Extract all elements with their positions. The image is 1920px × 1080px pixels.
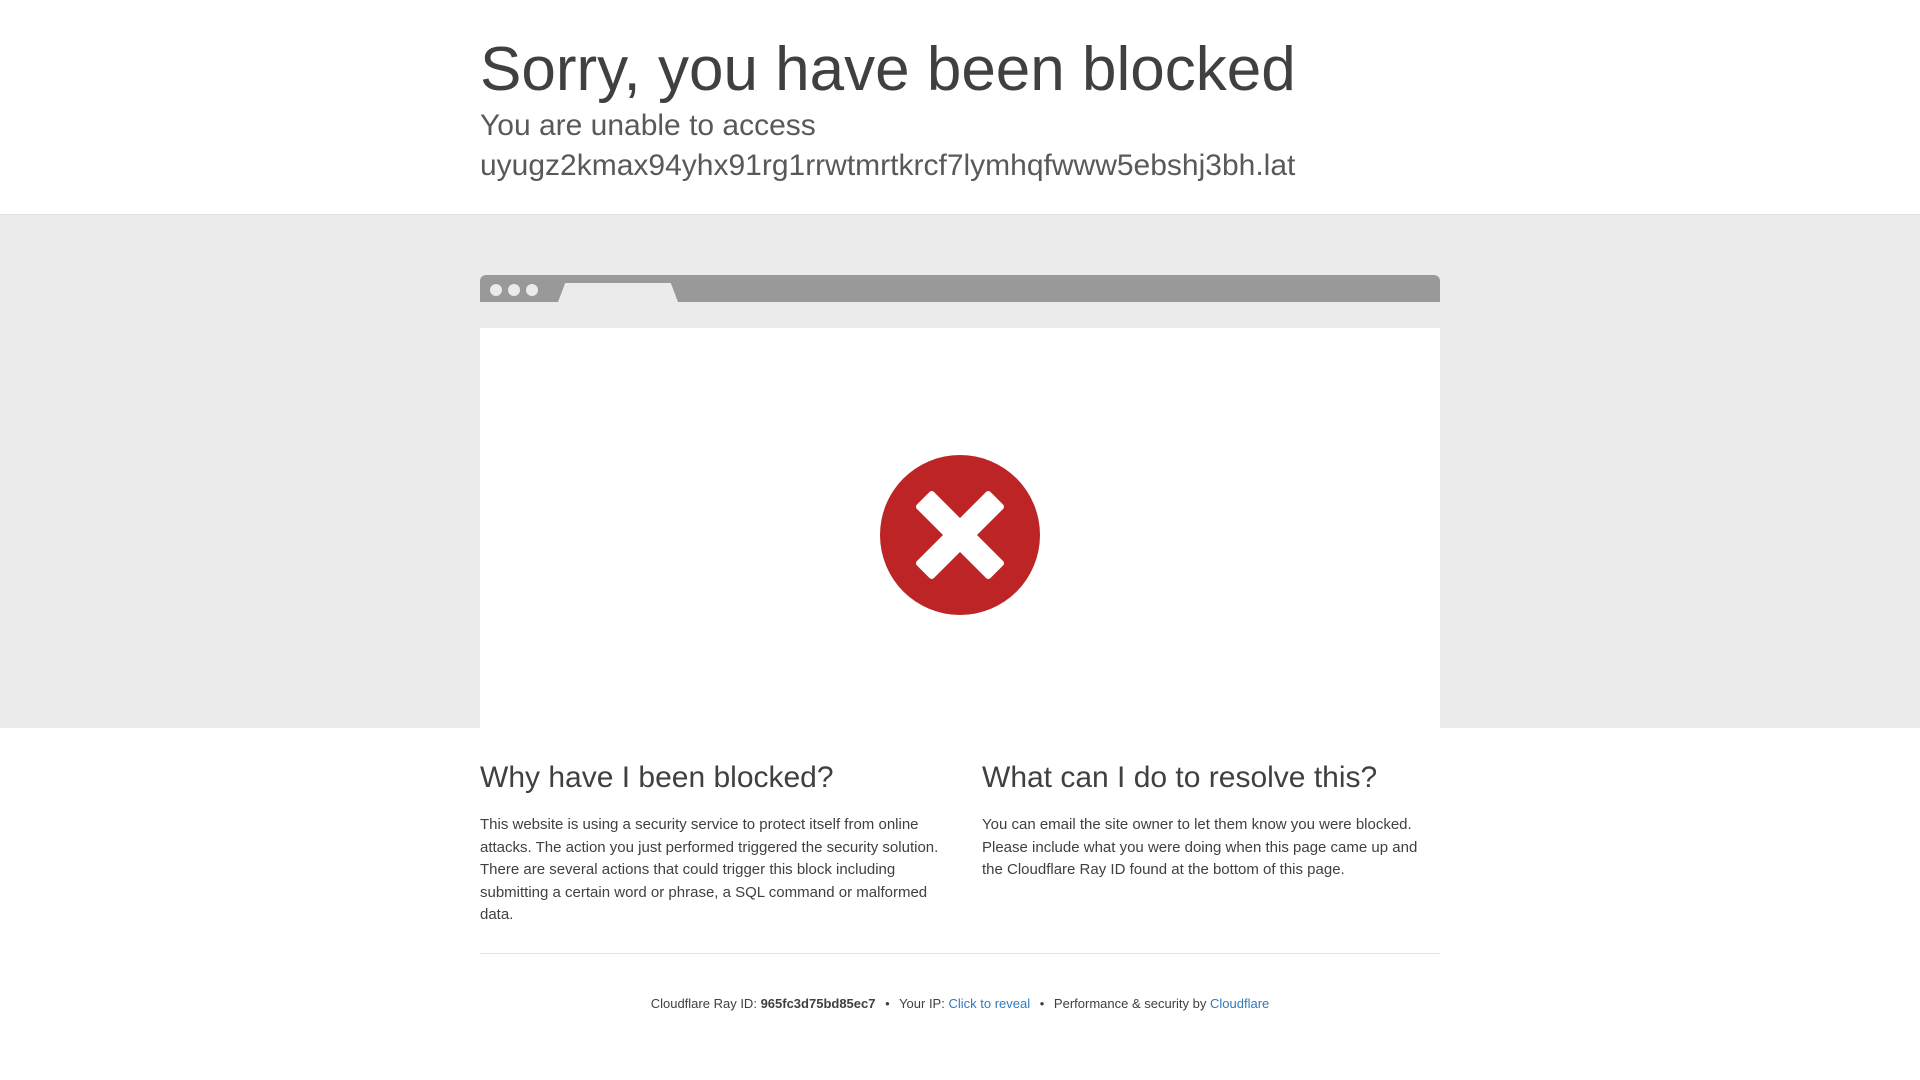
footer-separator: • (1039, 996, 1045, 1011)
performance-label: Performance & security by (1053, 996, 1207, 1011)
why-blocked-section: Why have I been blocked? This website is… (480, 754, 940, 927)
browser-tab-icon (558, 283, 678, 302)
page-title: Sorry, you have been blocked (480, 35, 1296, 104)
window-dot-icon (526, 284, 538, 296)
ip-label: Your IP: (899, 996, 945, 1011)
why-blocked-heading: Why have I been blocked? (480, 761, 834, 794)
reveal-ip-button[interactable]: Click to reveal (948, 996, 1030, 1011)
browser-illustration-window (480, 328, 1440, 728)
ray-id-label: Cloudflare Ray ID: (650, 996, 757, 1011)
window-dot-icon (508, 284, 520, 296)
footer-separator: • (885, 996, 890, 1011)
blocked-domain: uyugz2kmax94yhx91rg1rrwtmrtkrcf7lymhqfww… (480, 149, 1296, 182)
footer-divider (480, 953, 1440, 954)
subtitle-line-1: You are unable to access (480, 109, 816, 142)
resolve-section: What can I do to resolve this? You can e… (982, 754, 1442, 882)
browser-illustration-gap (480, 302, 1440, 328)
blocked-x-icon (880, 455, 1040, 615)
browser-illustration-bar (480, 275, 1440, 302)
page-subtitle: You are unable to access uyugz2kmax94yhx… (480, 106, 1295, 186)
cloudflare-link[interactable]: Cloudflare (1210, 996, 1269, 1011)
why-blocked-text: This website is using a security service… (480, 816, 939, 923)
resolve-heading: What can I do to resolve this? (982, 761, 1378, 794)
ray-id-value: 965fc3d75bd85ec7 (760, 996, 876, 1011)
window-dot-icon (490, 284, 502, 296)
resolve-text: You can email the site owner to let them… (982, 816, 1418, 878)
footer: Cloudflare Ray ID: 965fc3d75bd85ec7 • Yo… (480, 994, 1440, 1014)
